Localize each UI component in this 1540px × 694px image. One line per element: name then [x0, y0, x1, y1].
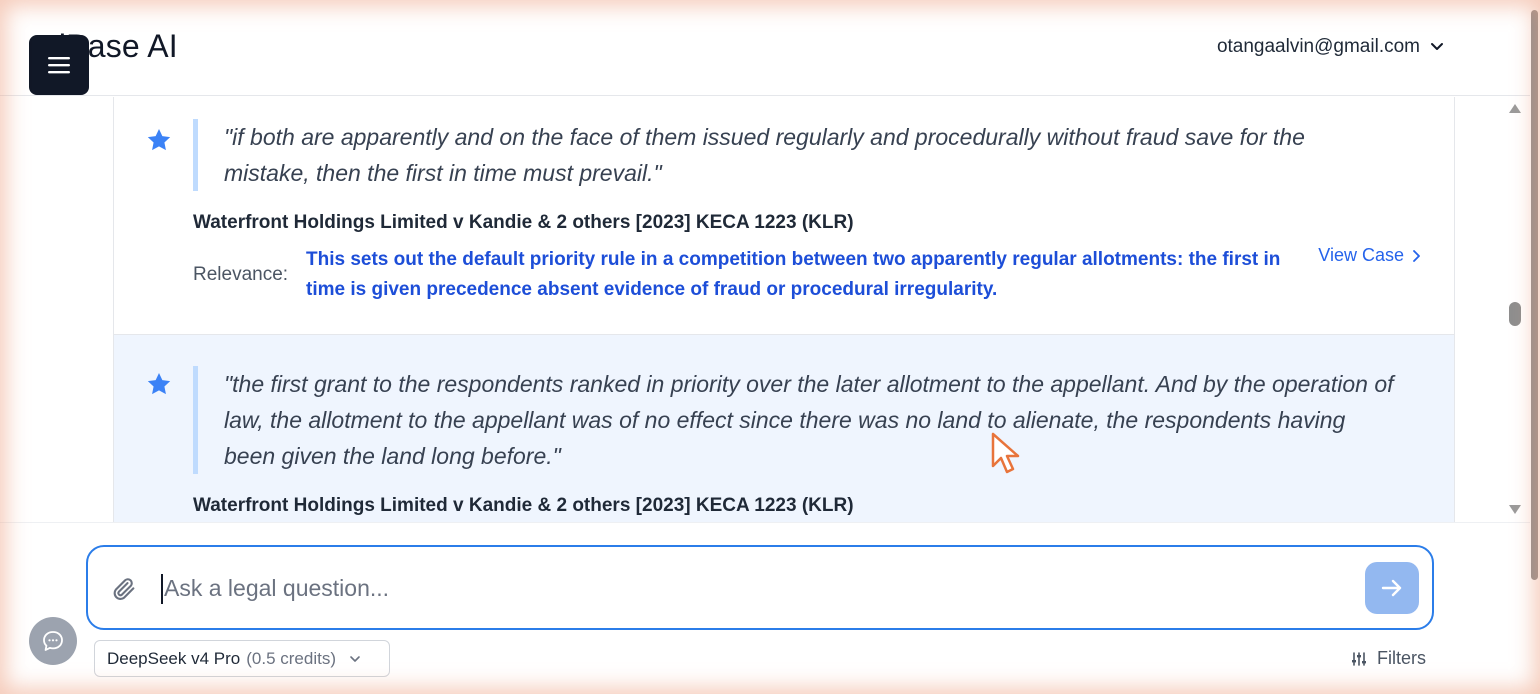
view-case-label: View Case [1318, 245, 1404, 265]
results-scroll-area[interactable]: "if both are apparently and on the face … [0, 97, 1530, 522]
chevron-right-icon [1413, 249, 1420, 262]
star-icon[interactable] [146, 127, 172, 153]
case-title: Waterfront Holdings Limited v Kandie & 2… [193, 495, 854, 516]
chat-widget-button[interactable] [29, 617, 77, 665]
results-scrollbar-thumb[interactable] [1509, 302, 1521, 326]
star-icon[interactable] [146, 371, 172, 397]
text-caret [161, 574, 163, 604]
chat-composer [86, 545, 1434, 630]
question-input[interactable] [164, 567, 1344, 609]
chevron-down-icon [350, 655, 360, 662]
relevance-text: This sets out the default priority rule … [306, 249, 1281, 300]
result-quote: "the first grant to the respondents rank… [193, 366, 1394, 474]
chat-bubble-icon [43, 631, 63, 651]
menu-button[interactable] [29, 35, 89, 95]
arrow-right-icon [1381, 579, 1402, 597]
page-scrollbar-thumb[interactable] [1531, 10, 1538, 580]
mouse-cursor-icon [991, 432, 1020, 474]
result-quote: "if both are apparently and on the face … [193, 119, 1394, 191]
model-select[interactable]: DeepSeek v4 Pro (0.5 credits) [94, 640, 390, 677]
result-card-highlighted: "the first grant to the respondents rank… [113, 335, 1455, 522]
user-email: otangaalvin@gmail.com [1216, 36, 1420, 57]
sliders-icon [1352, 651, 1366, 666]
model-credits: (0.5 credits) [246, 648, 336, 668]
case-title: Waterfront Holdings Limited v Kandie & 2… [193, 212, 854, 233]
hamburger-icon [48, 57, 70, 74]
user-menu[interactable]: otangaalvin@gmail.com [1217, 36, 1444, 58]
chevron-down-icon [1431, 43, 1443, 50]
send-button[interactable] [1365, 562, 1419, 614]
filters-button[interactable]: Filters [1351, 648, 1426, 669]
view-case-link[interactable]: View Case [1318, 245, 1422, 266]
scroll-up-arrow-icon[interactable] [1508, 102, 1522, 114]
model-name: DeepSeek v4 Pro [107, 648, 241, 668]
filters-label: Filters [1377, 648, 1426, 668]
app-header: riBase AI otangaalvin@gmail.com [0, 0, 1530, 96]
scroll-down-arrow-icon[interactable] [1508, 504, 1522, 516]
paperclip-icon[interactable] [110, 575, 138, 603]
relevance-label: Relevance: [193, 264, 289, 285]
result-card: "if both are apparently and on the face … [113, 97, 1455, 335]
